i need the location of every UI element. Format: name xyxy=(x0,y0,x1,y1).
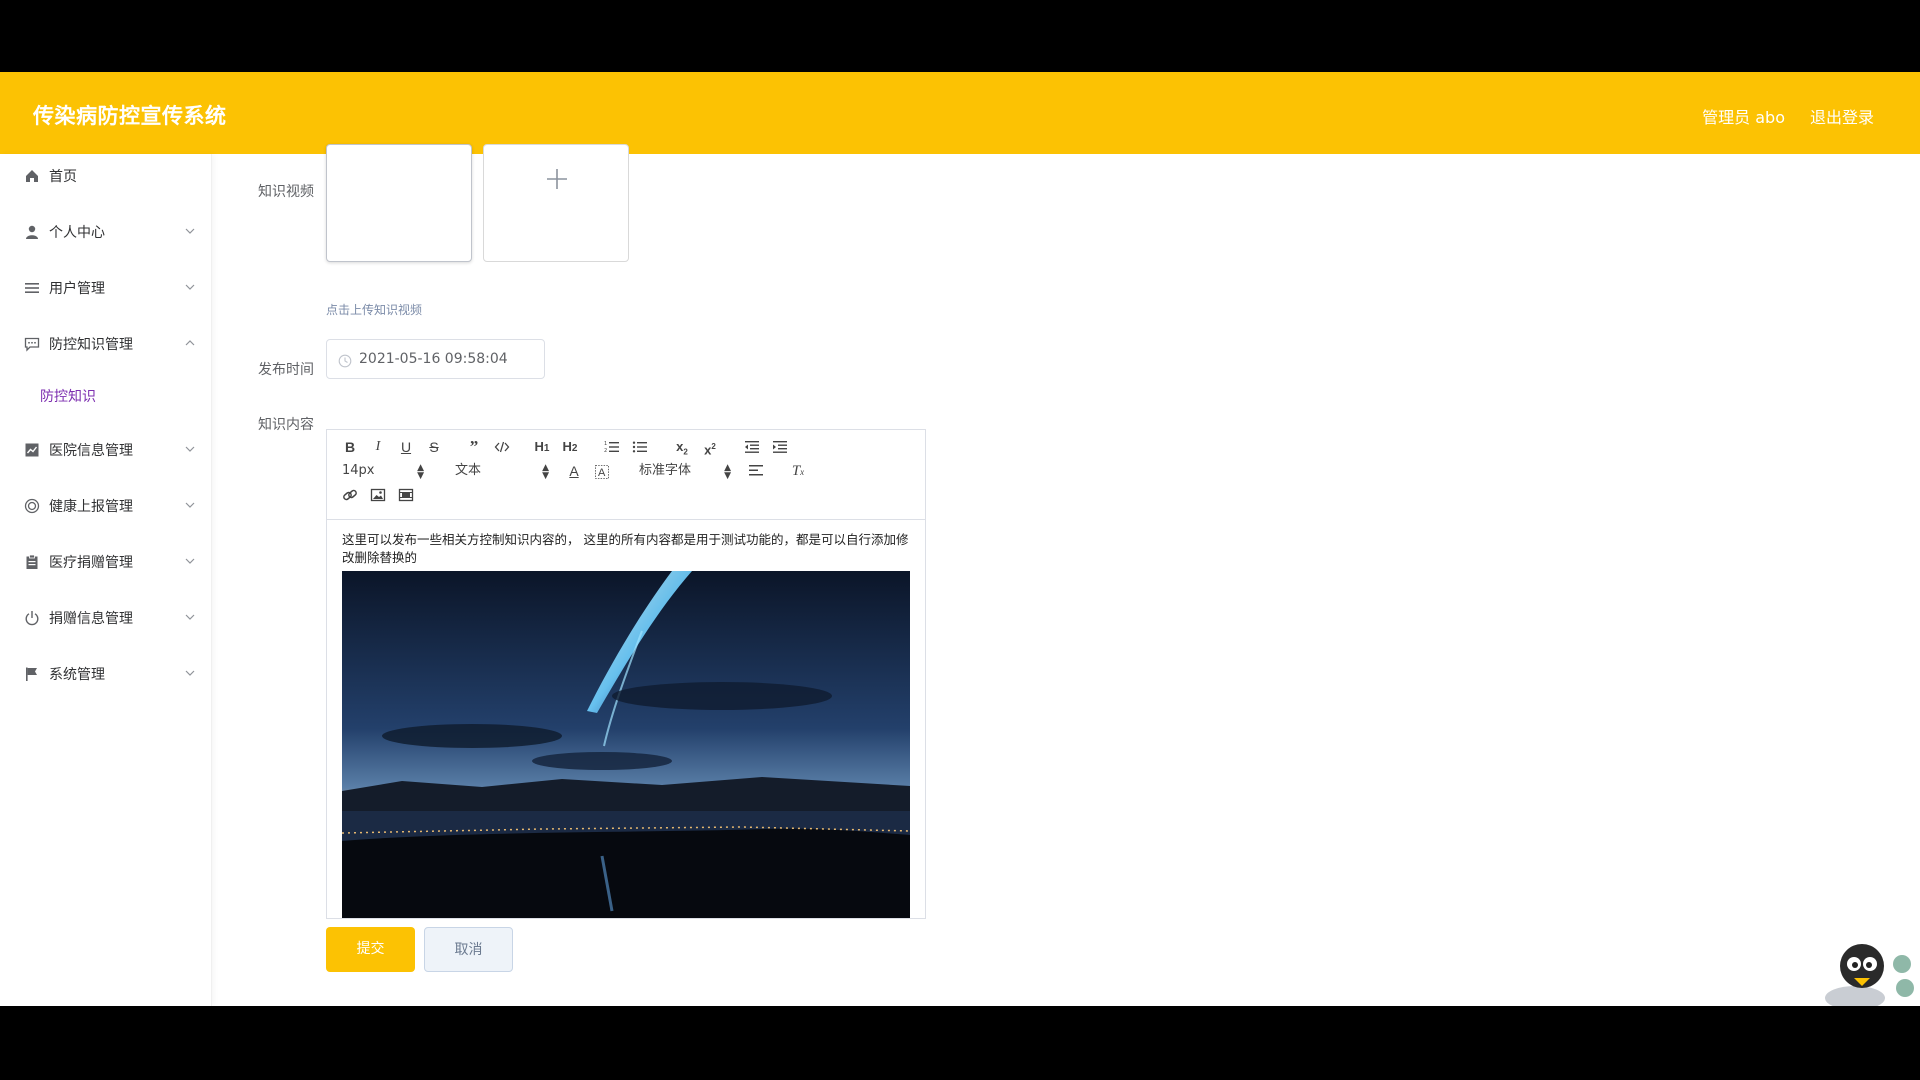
chevron-down-icon xyxy=(184,664,196,676)
editor-content-area[interactable]: 这里可以发布一些相关方控制知识内容的， 这里的所有内容都是用于测试功能的，都是可… xyxy=(327,521,925,918)
link-icon[interactable] xyxy=(339,484,361,506)
image-icon[interactable] xyxy=(367,484,389,506)
code-icon[interactable] xyxy=(491,436,513,458)
h2-icon[interactable]: H2 xyxy=(559,436,581,458)
clock-icon xyxy=(338,353,352,372)
sidebar: 首页 个人中心 用户管理 防控知识管理 防控知识 医院信息管理 健康上报管理 医… xyxy=(0,154,212,1006)
font-family-select[interactable]: 标准字体 ▲ ▼ xyxy=(639,460,731,482)
editor-content-text: 这里可以发布一些相关方控制知识内容的， 这里的所有内容都是用于测试功能的，都是可… xyxy=(342,532,909,565)
video-icon[interactable] xyxy=(395,484,417,506)
chevron-down-icon xyxy=(184,608,196,620)
h1-icon[interactable]: H1 xyxy=(531,436,553,458)
sidebar-item-label: 医疗捐赠管理 xyxy=(49,555,133,571)
home-icon xyxy=(24,168,40,184)
circle-icon xyxy=(24,498,40,514)
select-arrows-icon: ▲ ▼ xyxy=(542,463,549,481)
font-size-value: 14px xyxy=(342,463,375,478)
chevron-up-icon xyxy=(184,334,196,346)
video-field-label: 知识视频 xyxy=(258,184,314,200)
sidebar-item-knowledge-management[interactable]: 防控知识管理 xyxy=(0,324,212,364)
sidebar-subitem-knowledge[interactable]: 防控知识 xyxy=(0,376,212,416)
main-content: 知识视频 点击上传知识视频 发布时间 2021-05-16 09:58:04 知… xyxy=(232,144,1920,1006)
chevron-down-icon xyxy=(184,552,196,564)
uploaded-video-thumbnail[interactable] xyxy=(326,144,472,262)
sidebar-item-label: 系统管理 xyxy=(49,667,105,683)
clipboard-icon xyxy=(24,554,40,570)
select-arrows-icon: ▲ ▼ xyxy=(417,463,424,481)
upload-hint: 点击上传知识视频 xyxy=(326,303,423,317)
sidebar-item-profile[interactable]: 个人中心 xyxy=(0,212,212,252)
italic-icon[interactable]: I xyxy=(367,436,389,458)
svg-text:1: 1 xyxy=(604,441,607,447)
subscript-icon[interactable]: x2 xyxy=(671,436,693,458)
content-image[interactable] xyxy=(342,571,910,918)
font-size-select[interactable]: 14px ▲ ▼ xyxy=(342,460,424,482)
editor-toolbar: B I U S ” H1 H2 12 x2 x2 14px ▲ ▼ 文本 ▲ ▼… xyxy=(327,430,925,520)
sidebar-item-home[interactable]: 首页 xyxy=(0,156,212,196)
app-title: 传染病防控宣传系统 xyxy=(33,104,227,128)
svg-text:A: A xyxy=(598,467,606,479)
chat-icon xyxy=(24,336,40,352)
publish-time-value: 2021-05-16 09:58:04 xyxy=(359,351,508,367)
sidebar-item-donation-info-management[interactable]: 捐赠信息管理 xyxy=(0,598,212,638)
background-color-icon[interactable]: A xyxy=(591,460,613,482)
publish-time-label: 发布时间 xyxy=(258,362,314,378)
sidebar-item-label: 医院信息管理 xyxy=(49,443,133,459)
indent-icon[interactable] xyxy=(769,436,791,458)
upload-video-button[interactable] xyxy=(483,144,629,262)
sidebar-item-system-management[interactable]: 系统管理 xyxy=(0,654,212,694)
sidebar-item-label: 个人中心 xyxy=(49,225,105,241)
svg-text:2: 2 xyxy=(604,448,607,454)
sidebar-item-label: 用户管理 xyxy=(49,281,105,297)
sidebar-item-label: 健康上报管理 xyxy=(49,499,133,515)
publish-time-input[interactable]: 2021-05-16 09:58:04 xyxy=(326,339,545,379)
text-color-icon[interactable]: A xyxy=(563,460,585,482)
sidebar-item-medical-donation-management[interactable]: 医疗捐赠管理 xyxy=(0,542,212,582)
app-window: 传染病防控宣传系统 管理员 abo 退出登录 首页 个人中心 用户管理 防控知识… xyxy=(0,72,1920,1006)
paragraph-type-select[interactable]: 文本 ▲ ▼ xyxy=(455,460,549,482)
top-header: 传染病防控宣传系统 管理员 abo 退出登录 xyxy=(0,72,1920,154)
mascot-image xyxy=(1810,936,1920,1006)
rich-text-editor: B I U S ” H1 H2 12 x2 x2 14px ▲ ▼ 文本 ▲ ▼… xyxy=(326,429,926,919)
cancel-button[interactable]: 取消 xyxy=(424,927,513,972)
list-icon xyxy=(24,280,40,296)
sidebar-item-label: 捐赠信息管理 xyxy=(49,611,133,627)
logout-link[interactable]: 退出登录 xyxy=(1810,104,1874,128)
chart-icon xyxy=(24,442,40,458)
chevron-down-icon xyxy=(184,440,196,452)
flag-icon xyxy=(24,666,40,682)
select-arrows-icon: ▲ ▼ xyxy=(724,463,731,481)
power-icon xyxy=(24,610,40,626)
strike-icon[interactable]: S xyxy=(423,436,445,458)
submit-button[interactable]: 提交 xyxy=(326,927,415,972)
bold-icon[interactable]: B xyxy=(339,436,361,458)
admin-user-label: 管理员 abo xyxy=(1702,108,1785,127)
chevron-down-icon xyxy=(184,222,196,234)
underline-icon[interactable]: U xyxy=(395,436,417,458)
quote-icon[interactable]: ” xyxy=(463,436,485,458)
content-field-label: 知识内容 xyxy=(258,417,314,433)
clear-format-icon[interactable]: Tx xyxy=(787,460,809,482)
sidebar-subitem-label: 防控知识 xyxy=(40,389,96,405)
bullet-list-icon[interactable] xyxy=(629,436,651,458)
sidebar-item-label: 防控知识管理 xyxy=(49,337,133,353)
sidebar-item-hospital-management[interactable]: 医院信息管理 xyxy=(0,430,212,470)
paragraph-type-value: 文本 xyxy=(455,463,482,478)
ordered-list-icon[interactable]: 12 xyxy=(601,436,623,458)
sidebar-item-user-management[interactable]: 用户管理 xyxy=(0,268,212,308)
chevron-down-icon xyxy=(184,496,196,508)
font-family-value: 标准字体 xyxy=(639,463,692,478)
user-icon xyxy=(24,224,40,240)
sidebar-item-label: 首页 xyxy=(49,169,77,185)
sidebar-item-health-report-management[interactable]: 健康上报管理 xyxy=(0,486,212,526)
chevron-down-icon xyxy=(184,278,196,290)
align-icon[interactable] xyxy=(745,460,767,482)
outdent-icon[interactable] xyxy=(741,436,763,458)
superscript-icon[interactable]: x2 xyxy=(699,436,721,458)
